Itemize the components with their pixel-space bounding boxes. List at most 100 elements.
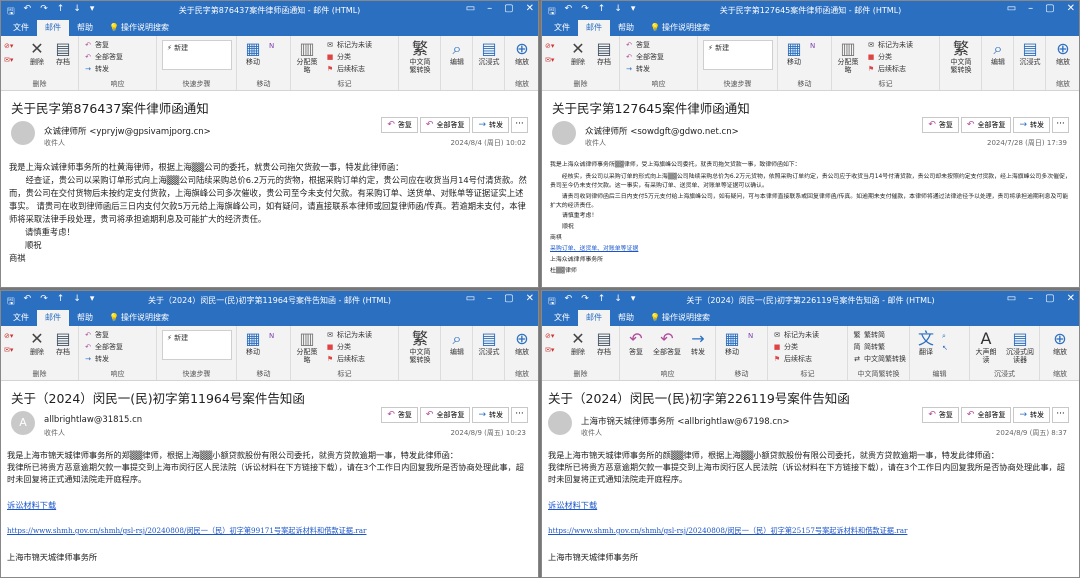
editing-button[interactable]: ⌕ 编辑 (445, 40, 469, 67)
tab-message[interactable]: 邮件 (578, 310, 610, 326)
tab-message[interactable]: 邮件 (37, 20, 69, 36)
delete-button[interactable]: ✕ 删除 (566, 40, 590, 67)
immersive-button[interactable]: ▤ 沉浸式 (477, 40, 501, 67)
chinese-conversion-button[interactable]: ⇄ 中文简繁转换 (852, 354, 906, 364)
junk-icon[interactable]: ✉▾ (4, 56, 13, 64)
zoom-button[interactable]: ⊕ 缩放 (510, 330, 534, 357)
reply-all-ribbon-button[interactable]: ↶ 全部答复 (652, 330, 682, 357)
reply-ribbon-button[interactable]: ↶ 答复 (83, 40, 109, 50)
reply-button[interactable]: ↶ 答复 (381, 407, 418, 423)
onenote-icon[interactable]: N (748, 332, 753, 340)
immersive-reader-button[interactable]: ▤ 沉浸式阅读器 (1004, 330, 1036, 365)
forward-ribbon-button[interactable]: → 转发 (83, 354, 109, 364)
maximize-icon[interactable]: ▢ (504, 293, 513, 304)
minimize-icon[interactable]: – (487, 3, 492, 14)
minimize-icon[interactable]: – (1028, 3, 1033, 14)
minimize-icon[interactable]: – (487, 293, 492, 304)
assign-policy-button[interactable]: ▥ 分配策略 (836, 40, 860, 75)
tab-file[interactable]: 文件 (546, 20, 578, 36)
junk-icon[interactable]: ✉▾ (4, 346, 13, 354)
mark-unread-button[interactable]: ✉ 标记为未读 (772, 330, 819, 340)
archive-button[interactable]: ▤ 存档 (592, 40, 616, 67)
forward-button[interactable]: → 转发 (1013, 117, 1050, 133)
follow-up-button[interactable]: ⚑ 后续标志 (866, 64, 906, 74)
tab-file[interactable]: 文件 (5, 20, 37, 36)
reply-all-ribbon-button[interactable]: ↶ 全部答复 (83, 342, 123, 352)
categorize-button[interactable]: ■ 分类 (325, 52, 351, 62)
read-aloud-button[interactable]: A 大声朗读 (974, 330, 998, 365)
mark-unread-button[interactable]: ✉ 标记为未读 (325, 330, 372, 340)
ribbon-options-icon[interactable]: ▭ (1007, 293, 1016, 304)
close-icon[interactable]: ✕ (526, 293, 534, 304)
reply-ribbon-button[interactable]: ↶ 答复 (624, 330, 648, 357)
tab-tell-me[interactable]: 💡 操作说明搜索 (642, 310, 718, 326)
follow-up-button[interactable]: ⚑ 后续标志 (325, 354, 365, 364)
tab-tell-me[interactable]: 💡 操作说明搜索 (642, 20, 718, 36)
download-link[interactable]: 诉讼材料下载 (548, 499, 1072, 511)
tab-help[interactable]: 帮助 (610, 310, 642, 326)
sender-name[interactable]: allbrightlaw@31815.cn (44, 415, 142, 425)
more-actions-button[interactable]: ··· (1052, 117, 1069, 133)
tab-file[interactable]: 文件 (5, 310, 37, 326)
tab-tell-me[interactable]: 💡 操作说明搜索 (101, 20, 177, 36)
zoom-button[interactable]: ⊕ 缩放 (510, 40, 534, 67)
follow-up-button[interactable]: ⚑ 后续标志 (772, 354, 812, 364)
ribbon-options-icon[interactable]: ▭ (466, 293, 475, 304)
reply-all-button[interactable]: ↶ 全部答复 (419, 117, 471, 133)
chinese-conversion-button[interactable]: 繁中文简繁转换 (408, 40, 432, 75)
close-icon[interactable]: ✕ (1067, 3, 1075, 14)
immersive-button[interactable]: ▤ 沉浸式 (477, 330, 501, 357)
forward-ribbon-button[interactable]: → 转发 (686, 330, 710, 357)
forward-button[interactable]: → 转发 (472, 117, 509, 133)
sender-name[interactable]: 众诚律师所 <ypryjw@gpsivamjporg.cn> (44, 125, 211, 137)
zoom-button[interactable]: ⊕ 缩放 (1051, 40, 1075, 67)
ignore-icon[interactable]: ⊘▾ (545, 42, 554, 50)
move-button[interactable]: ▦ 移动 (782, 40, 806, 67)
reply-button[interactable]: ↶ 答复 (922, 407, 959, 423)
junk-icon[interactable]: ✉▾ (545, 56, 554, 64)
editing-button[interactable]: ⌕ 编辑 (445, 330, 469, 357)
download-url-link[interactable]: https://www.shmh.gov.cn/shmh/gsl-rsj/202… (7, 525, 531, 537)
ribbon-options-icon[interactable]: ▭ (466, 3, 475, 14)
zoom-button[interactable]: ⊕ 缩放 (1048, 330, 1072, 357)
tab-help[interactable]: 帮助 (610, 20, 642, 36)
ribbon-options-icon[interactable]: ▭ (1007, 3, 1016, 14)
forward-button[interactable]: → 转发 (472, 407, 509, 423)
move-button[interactable]: ▦ 移动 (241, 330, 265, 357)
maximize-icon[interactable]: ▢ (504, 3, 513, 14)
tab-file[interactable]: 文件 (546, 310, 578, 326)
onenote-icon[interactable]: N (810, 42, 815, 50)
reply-all-ribbon-button[interactable]: ↶ 全部答复 (624, 52, 664, 62)
quick-step-new[interactable]: ⚡ 新建 (703, 40, 773, 70)
move-button[interactable]: ▦ 移动 (241, 40, 265, 67)
editing-button[interactable]: ⌕ 编辑 (986, 40, 1010, 67)
immersive-button[interactable]: ▤ 沉浸式 (1018, 40, 1042, 67)
minimize-icon[interactable]: – (1028, 293, 1033, 304)
quick-step-new[interactable]: ⚡ 新建 (162, 40, 232, 70)
follow-up-button[interactable]: ⚑ 后续标志 (325, 64, 365, 74)
categorize-button[interactable]: ■ 分类 (866, 52, 892, 62)
delete-button[interactable]: ✕ 删除 (25, 40, 49, 67)
more-actions-button[interactable]: ··· (1052, 407, 1069, 423)
chinese-conversion-button[interactable]: 繁中文简繁转换 (408, 330, 432, 365)
tab-message[interactable]: 邮件 (37, 310, 69, 326)
delete-button[interactable]: ✕ 删除 (566, 330, 590, 357)
simp-to-trad-button[interactable]: 简简转繁 (852, 342, 886, 352)
reply-button[interactable]: ↶ 答复 (922, 117, 959, 133)
assign-policy-button[interactable]: ▥ 分配策略 (295, 40, 319, 75)
translate-button[interactable]: 文翻译 (914, 330, 938, 357)
maximize-icon[interactable]: ▢ (1045, 293, 1054, 304)
reply-ribbon-button[interactable]: ↶ 答复 (624, 40, 650, 50)
sender-name[interactable]: 上海市锦天城律师事务所 <allbrightlaw@67198.cn> (581, 415, 790, 427)
quick-step-new[interactable]: ⚡ 新建 (162, 330, 232, 360)
more-actions-button[interactable]: ··· (511, 407, 528, 423)
ignore-icon[interactable]: ⊘▾ (545, 332, 554, 340)
select-icon[interactable]: ↖ (942, 344, 948, 352)
archive-button[interactable]: ▤ 存档 (592, 330, 616, 357)
tab-tell-me[interactable]: 💡 操作说明搜索 (101, 310, 177, 326)
archive-button[interactable]: ▤ 存档 (51, 330, 75, 357)
tab-message[interactable]: 邮件 (578, 20, 610, 36)
evidence-link[interactable]: 采购订单、送货单、对账单等证据 (550, 244, 1072, 255)
maximize-icon[interactable]: ▢ (1045, 3, 1054, 14)
move-button[interactable]: ▦ 移动 (720, 330, 744, 357)
